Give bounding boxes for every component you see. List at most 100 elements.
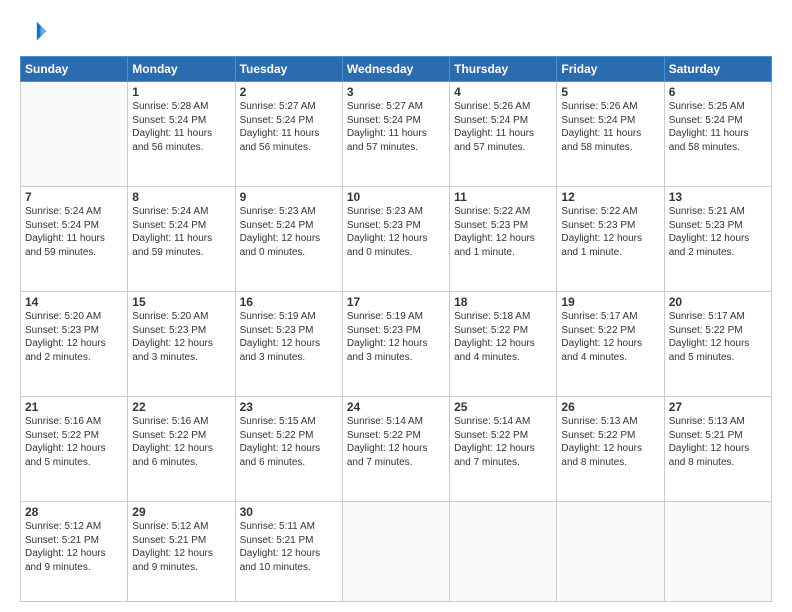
calendar-cell: 28Sunrise: 5:12 AM Sunset: 5:21 PM Dayli… <box>21 502 128 602</box>
day-info: Sunrise: 5:18 AM Sunset: 5:22 PM Dayligh… <box>454 310 552 364</box>
day-number: 5 <box>561 85 659 99</box>
day-info: Sunrise: 5:17 AM Sunset: 5:22 PM Dayligh… <box>561 310 659 364</box>
day-info: Sunrise: 5:20 AM Sunset: 5:23 PM Dayligh… <box>132 310 230 364</box>
day-info: Sunrise: 5:13 AM Sunset: 5:21 PM Dayligh… <box>669 415 767 469</box>
calendar-cell: 12Sunrise: 5:22 AM Sunset: 5:23 PM Dayli… <box>557 187 664 292</box>
calendar-week-row: 14Sunrise: 5:20 AM Sunset: 5:23 PM Dayli… <box>21 292 772 397</box>
day-number: 1 <box>132 85 230 99</box>
day-number: 24 <box>347 400 445 414</box>
calendar-cell <box>557 502 664 602</box>
day-number: 10 <box>347 190 445 204</box>
day-number: 25 <box>454 400 552 414</box>
calendar-cell: 26Sunrise: 5:13 AM Sunset: 5:22 PM Dayli… <box>557 397 664 502</box>
day-info: Sunrise: 5:16 AM Sunset: 5:22 PM Dayligh… <box>25 415 123 469</box>
day-info: Sunrise: 5:19 AM Sunset: 5:23 PM Dayligh… <box>347 310 445 364</box>
day-number: 17 <box>347 295 445 309</box>
day-number: 18 <box>454 295 552 309</box>
day-number: 12 <box>561 190 659 204</box>
calendar-cell: 22Sunrise: 5:16 AM Sunset: 5:22 PM Dayli… <box>128 397 235 502</box>
day-number: 2 <box>240 85 338 99</box>
day-number: 14 <box>25 295 123 309</box>
calendar-cell: 9Sunrise: 5:23 AM Sunset: 5:24 PM Daylig… <box>235 187 342 292</box>
day-info: Sunrise: 5:11 AM Sunset: 5:21 PM Dayligh… <box>240 520 338 574</box>
calendar-cell <box>342 502 449 602</box>
calendar-cell: 29Sunrise: 5:12 AM Sunset: 5:21 PM Dayli… <box>128 502 235 602</box>
weekday-header: Thursday <box>450 57 557 82</box>
day-info: Sunrise: 5:25 AM Sunset: 5:24 PM Dayligh… <box>669 100 767 154</box>
day-info: Sunrise: 5:12 AM Sunset: 5:21 PM Dayligh… <box>132 520 230 574</box>
day-info: Sunrise: 5:14 AM Sunset: 5:22 PM Dayligh… <box>454 415 552 469</box>
day-number: 4 <box>454 85 552 99</box>
day-number: 11 <box>454 190 552 204</box>
logo <box>20 18 52 46</box>
weekday-header: Friday <box>557 57 664 82</box>
day-info: Sunrise: 5:14 AM Sunset: 5:22 PM Dayligh… <box>347 415 445 469</box>
calendar-cell: 7Sunrise: 5:24 AM Sunset: 5:24 PM Daylig… <box>21 187 128 292</box>
calendar-cell <box>21 82 128 187</box>
day-info: Sunrise: 5:24 AM Sunset: 5:24 PM Dayligh… <box>132 205 230 259</box>
calendar-cell: 2Sunrise: 5:27 AM Sunset: 5:24 PM Daylig… <box>235 82 342 187</box>
calendar-cell: 21Sunrise: 5:16 AM Sunset: 5:22 PM Dayli… <box>21 397 128 502</box>
day-info: Sunrise: 5:23 AM Sunset: 5:23 PM Dayligh… <box>347 205 445 259</box>
day-info: Sunrise: 5:22 AM Sunset: 5:23 PM Dayligh… <box>561 205 659 259</box>
weekday-header: Tuesday <box>235 57 342 82</box>
day-info: Sunrise: 5:28 AM Sunset: 5:24 PM Dayligh… <box>132 100 230 154</box>
day-info: Sunrise: 5:13 AM Sunset: 5:22 PM Dayligh… <box>561 415 659 469</box>
calendar-cell: 15Sunrise: 5:20 AM Sunset: 5:23 PM Dayli… <box>128 292 235 397</box>
day-number: 27 <box>669 400 767 414</box>
day-info: Sunrise: 5:17 AM Sunset: 5:22 PM Dayligh… <box>669 310 767 364</box>
calendar-cell: 3Sunrise: 5:27 AM Sunset: 5:24 PM Daylig… <box>342 82 449 187</box>
day-info: Sunrise: 5:24 AM Sunset: 5:24 PM Dayligh… <box>25 205 123 259</box>
calendar-cell: 30Sunrise: 5:11 AM Sunset: 5:21 PM Dayli… <box>235 502 342 602</box>
day-info: Sunrise: 5:16 AM Sunset: 5:22 PM Dayligh… <box>132 415 230 469</box>
header <box>20 18 772 46</box>
calendar-cell: 6Sunrise: 5:25 AM Sunset: 5:24 PM Daylig… <box>664 82 771 187</box>
calendar-cell: 4Sunrise: 5:26 AM Sunset: 5:24 PM Daylig… <box>450 82 557 187</box>
calendar-cell: 16Sunrise: 5:19 AM Sunset: 5:23 PM Dayli… <box>235 292 342 397</box>
day-number: 13 <box>669 190 767 204</box>
day-info: Sunrise: 5:27 AM Sunset: 5:24 PM Dayligh… <box>240 100 338 154</box>
calendar-cell <box>450 502 557 602</box>
day-number: 16 <box>240 295 338 309</box>
weekday-header: Monday <box>128 57 235 82</box>
day-number: 7 <box>25 190 123 204</box>
day-number: 15 <box>132 295 230 309</box>
calendar-cell: 24Sunrise: 5:14 AM Sunset: 5:22 PM Dayli… <box>342 397 449 502</box>
day-number: 8 <box>132 190 230 204</box>
day-number: 20 <box>669 295 767 309</box>
day-info: Sunrise: 5:23 AM Sunset: 5:24 PM Dayligh… <box>240 205 338 259</box>
calendar-week-row: 1Sunrise: 5:28 AM Sunset: 5:24 PM Daylig… <box>21 82 772 187</box>
logo-icon <box>20 18 48 46</box>
day-info: Sunrise: 5:19 AM Sunset: 5:23 PM Dayligh… <box>240 310 338 364</box>
day-info: Sunrise: 5:20 AM Sunset: 5:23 PM Dayligh… <box>25 310 123 364</box>
calendar-cell: 8Sunrise: 5:24 AM Sunset: 5:24 PM Daylig… <box>128 187 235 292</box>
calendar-cell: 25Sunrise: 5:14 AM Sunset: 5:22 PM Dayli… <box>450 397 557 502</box>
calendar-cell: 17Sunrise: 5:19 AM Sunset: 5:23 PM Dayli… <box>342 292 449 397</box>
day-info: Sunrise: 5:26 AM Sunset: 5:24 PM Dayligh… <box>561 100 659 154</box>
day-number: 28 <box>25 505 123 519</box>
day-number: 3 <box>347 85 445 99</box>
calendar-cell: 20Sunrise: 5:17 AM Sunset: 5:22 PM Dayli… <box>664 292 771 397</box>
day-info: Sunrise: 5:15 AM Sunset: 5:22 PM Dayligh… <box>240 415 338 469</box>
calendar-cell: 5Sunrise: 5:26 AM Sunset: 5:24 PM Daylig… <box>557 82 664 187</box>
day-number: 29 <box>132 505 230 519</box>
calendar-week-row: 21Sunrise: 5:16 AM Sunset: 5:22 PM Dayli… <box>21 397 772 502</box>
page: SundayMondayTuesdayWednesdayThursdayFrid… <box>0 0 792 612</box>
weekday-header: Saturday <box>664 57 771 82</box>
day-number: 26 <box>561 400 659 414</box>
calendar-cell: 19Sunrise: 5:17 AM Sunset: 5:22 PM Dayli… <box>557 292 664 397</box>
calendar-cell: 14Sunrise: 5:20 AM Sunset: 5:23 PM Dayli… <box>21 292 128 397</box>
calendar-cell: 11Sunrise: 5:22 AM Sunset: 5:23 PM Dayli… <box>450 187 557 292</box>
day-number: 6 <box>669 85 767 99</box>
day-number: 19 <box>561 295 659 309</box>
header-row: SundayMondayTuesdayWednesdayThursdayFrid… <box>21 57 772 82</box>
calendar-cell: 10Sunrise: 5:23 AM Sunset: 5:23 PM Dayli… <box>342 187 449 292</box>
day-info: Sunrise: 5:12 AM Sunset: 5:21 PM Dayligh… <box>25 520 123 574</box>
weekday-header: Sunday <box>21 57 128 82</box>
day-number: 30 <box>240 505 338 519</box>
day-number: 21 <box>25 400 123 414</box>
calendar-cell: 18Sunrise: 5:18 AM Sunset: 5:22 PM Dayli… <box>450 292 557 397</box>
day-info: Sunrise: 5:21 AM Sunset: 5:23 PM Dayligh… <box>669 205 767 259</box>
calendar-cell: 13Sunrise: 5:21 AM Sunset: 5:23 PM Dayli… <box>664 187 771 292</box>
day-info: Sunrise: 5:27 AM Sunset: 5:24 PM Dayligh… <box>347 100 445 154</box>
